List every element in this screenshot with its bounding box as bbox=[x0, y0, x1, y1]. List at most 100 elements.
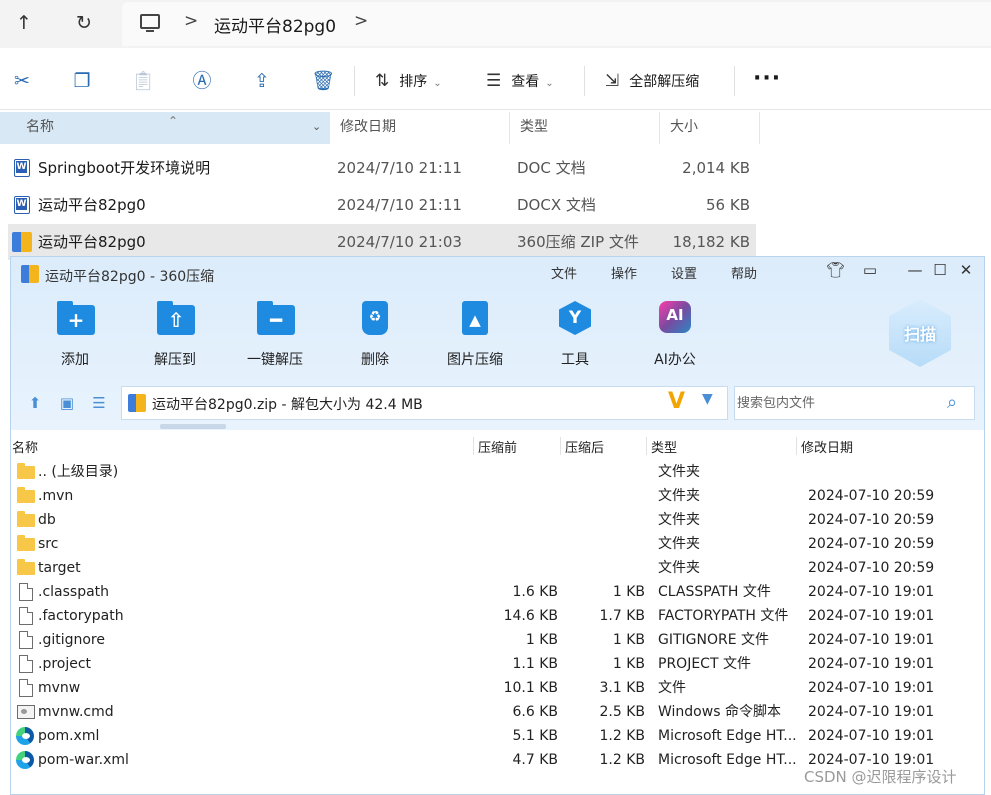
feedback-icon[interactable]: ▭ bbox=[861, 261, 879, 279]
column-divider bbox=[560, 437, 561, 455]
zip-list-row[interactable]: .gitignore 1 KB 1 KB GITIGNORE 文件 2024-07-10… bbox=[11, 628, 984, 652]
zip-entry-name: pom.xml bbox=[38, 728, 100, 744]
paste-icon[interactable]: 📋︎ bbox=[131, 70, 155, 92]
delete-button[interactable]: ♻ 删除 bbox=[335, 301, 415, 371]
list-view-icon[interactable]: ☰ bbox=[89, 394, 109, 412]
script-file-icon bbox=[17, 705, 35, 719]
zip-list-row[interactable]: .classpath 1.6 KB 1 KB CLASSPATH 文件 2024-07-… bbox=[11, 580, 984, 604]
dropdown-arrow-icon[interactable]: ▼ bbox=[702, 391, 713, 407]
zip-column-name[interactable]: 名称 bbox=[12, 437, 38, 456]
zip-list-row[interactable]: mvnw 10.1 KB 3.1 KB 文件 2024-07-10 19:01 bbox=[11, 676, 984, 700]
more-options-button[interactable]: ··· bbox=[753, 66, 781, 91]
menu-settings[interactable]: 设置 bbox=[671, 263, 697, 282]
menu-file[interactable]: 文件 bbox=[551, 263, 577, 282]
zip-column-type[interactable]: 类型 bbox=[651, 437, 677, 456]
column-divider bbox=[473, 437, 474, 455]
scan-button[interactable]: 扫描 bbox=[889, 299, 951, 367]
file-row[interactable]: Springboot开发环境说明 2024/7/10 21:11 DOC 文档 … bbox=[8, 150, 756, 186]
column-header-date[interactable]: 修改日期 bbox=[330, 112, 510, 144]
image-compress-button[interactable]: ▲ 图片压缩 bbox=[435, 301, 515, 371]
extract-to-button[interactable]: ⇧ 解压到 bbox=[135, 301, 215, 371]
zip-column-date[interactable]: 修改日期 bbox=[801, 437, 853, 456]
zip-list-row[interactable]: mvnw.cmd 6.6 KB 2.5 KB Windows 命令脚本 2024-07-… bbox=[11, 700, 984, 724]
zip-list-row[interactable]: pom.xml 5.1 KB 1.2 KB Microsoft Edge HT... 2… bbox=[11, 724, 984, 748]
ai-office-button[interactable]: AI AI办公 bbox=[635, 301, 715, 371]
share-icon[interactable]: ⇪ bbox=[251, 70, 273, 92]
zip-list-row[interactable]: .mvn 文件夹 2024-07-10 20:59 bbox=[11, 484, 984, 508]
file-row[interactable]: 运动平台82pg0 2024/7/10 21:11 DOCX 文档 56 KB bbox=[8, 187, 756, 223]
zip-list-row[interactable]: .project 1.1 KB 1 KB PROJECT 文件 2024-07-10 1… bbox=[11, 652, 984, 676]
zip-entry-type: 文件夹 bbox=[658, 560, 700, 576]
one-click-extract-button[interactable]: ━ 一键解压 bbox=[235, 301, 315, 371]
zip-entry-type: FACTORYPATH 文件 bbox=[658, 608, 789, 624]
zip-list-row[interactable]: .factorypath 14.6 KB 1.7 KB FACTORYPATH 文件 2… bbox=[11, 604, 984, 628]
minimize-icon[interactable]: — bbox=[906, 261, 924, 279]
arrow-up-icon[interactable]: ↑ bbox=[10, 10, 38, 38]
breadcrumb-folder[interactable]: 运动平台82pg0 bbox=[214, 12, 336, 37]
thumbnail-view-icon[interactable]: ▣ bbox=[57, 394, 77, 412]
this-pc-icon[interactable] bbox=[140, 14, 160, 32]
file-row-selected[interactable]: 运动平台82pg0 2024/7/10 21:03 360压缩 ZIP 文件 1… bbox=[8, 224, 756, 260]
extract-all-button[interactable]: ⇲ 全部解压缩 bbox=[605, 68, 699, 94]
zip-entry-date: 2024-07-10 20:59 bbox=[808, 488, 935, 504]
zip-list-row[interactable]: src 文件夹 2024-07-10 20:59 bbox=[11, 532, 984, 556]
edge-browser-icon bbox=[16, 751, 34, 769]
zip-list-row[interactable]: target 文件夹 2024-07-10 20:59 bbox=[11, 556, 984, 580]
folder-icon bbox=[17, 487, 35, 503]
zip-entry-size-before: 6.6 KB bbox=[512, 704, 559, 720]
address-bar[interactable]: > 运动平台82pg0 > bbox=[122, 2, 991, 46]
zip-entry-date: 2024-07-10 19:01 bbox=[808, 656, 935, 672]
up-level-icon[interactable]: ⬆ bbox=[25, 394, 45, 412]
zip-path-text: 运动平台82pg0.zip - 解包大小为 42.4 MB bbox=[152, 397, 423, 413]
word-doc-icon bbox=[14, 159, 30, 177]
file-icon bbox=[19, 655, 33, 673]
zip-path-bar[interactable]: 运动平台82pg0.zip - 解包大小为 42.4 MB V ▼ bbox=[121, 386, 728, 420]
add-button[interactable]: + 添加 bbox=[35, 301, 115, 371]
column-header-type[interactable]: 类型 bbox=[510, 112, 660, 144]
copy-icon[interactable]: ❐ bbox=[71, 70, 93, 92]
zip-entry-size-after: 3.1 KB bbox=[599, 680, 646, 696]
close-icon[interactable]: ✕ bbox=[957, 261, 975, 279]
zip-column-after[interactable]: 压缩后 bbox=[565, 437, 604, 456]
chevron-down-icon[interactable]: ⌄ bbox=[312, 112, 321, 142]
breadcrumb-separator[interactable]: > bbox=[184, 11, 198, 31]
view-list-icon: ☰ bbox=[486, 71, 502, 91]
column-divider bbox=[646, 437, 647, 455]
menu-operation[interactable]: 操作 bbox=[611, 263, 637, 282]
search-icon[interactable]: ⌕ bbox=[947, 392, 957, 413]
column-label: 修改日期 bbox=[340, 119, 396, 135]
zip-entry-name: .. (上级目录) bbox=[38, 464, 119, 480]
refresh-icon[interactable]: ↻ bbox=[70, 10, 98, 38]
zip-list-row[interactable]: db 文件夹 2024-07-10 20:59 bbox=[11, 508, 984, 532]
column-header-size[interactable]: 大小 bbox=[660, 112, 760, 144]
column-header-name[interactable]: 名称 ⌃ ⌄ bbox=[0, 112, 330, 144]
file-size: 56 KB bbox=[706, 196, 750, 214]
zip-entry-name: .factorypath bbox=[38, 608, 124, 624]
zip-list-row[interactable]: .. (上级目录) 文件夹 bbox=[11, 460, 984, 484]
maximize-icon[interactable]: ☐ bbox=[931, 261, 949, 279]
search-in-archive-input[interactable] bbox=[734, 386, 975, 420]
zip-entry-type: 文件夹 bbox=[658, 464, 700, 480]
tools-button[interactable]: Y 工具 bbox=[535, 301, 615, 371]
one-click-extract-icon: ━ bbox=[257, 301, 295, 335]
file-name: Springboot开发环境说明 bbox=[38, 159, 211, 177]
delete-icon[interactable]: 🗑︎ bbox=[311, 70, 335, 92]
cut-icon[interactable]: ✂ bbox=[11, 70, 33, 92]
zip-entry-size-before: 1 KB bbox=[525, 632, 558, 648]
toolbar-label: 一键解压 bbox=[247, 352, 303, 368]
breadcrumb-trailing-separator[interactable]: > bbox=[354, 11, 368, 31]
zip-entry-size-after: 1 KB bbox=[612, 584, 645, 600]
sort-button[interactable]: ⇅ 排序 ⌄ bbox=[375, 68, 442, 94]
view-button[interactable]: ☰ 查看 ⌄ bbox=[486, 68, 554, 94]
zip-column-before[interactable]: 压缩前 bbox=[478, 437, 517, 456]
skin-icon[interactable]: 👕︎ bbox=[826, 261, 845, 279]
word-doc-icon bbox=[14, 196, 30, 214]
horizontal-scrollbar[interactable] bbox=[160, 424, 226, 429]
rename-icon[interactable]: Ⓐ bbox=[191, 70, 213, 92]
sort-ascending-icon: ⌃ bbox=[168, 114, 179, 128]
toolbar-divider bbox=[584, 66, 585, 96]
compression-window-header: 运动平台82pg0 - 360压缩 文件 操作 设置 帮助 👕︎ ▭ — ☐ ✕… bbox=[11, 257, 984, 430]
zip-entry-size-after: 1 KB bbox=[612, 632, 645, 648]
menu-help[interactable]: 帮助 bbox=[731, 263, 757, 282]
column-divider bbox=[796, 437, 797, 455]
